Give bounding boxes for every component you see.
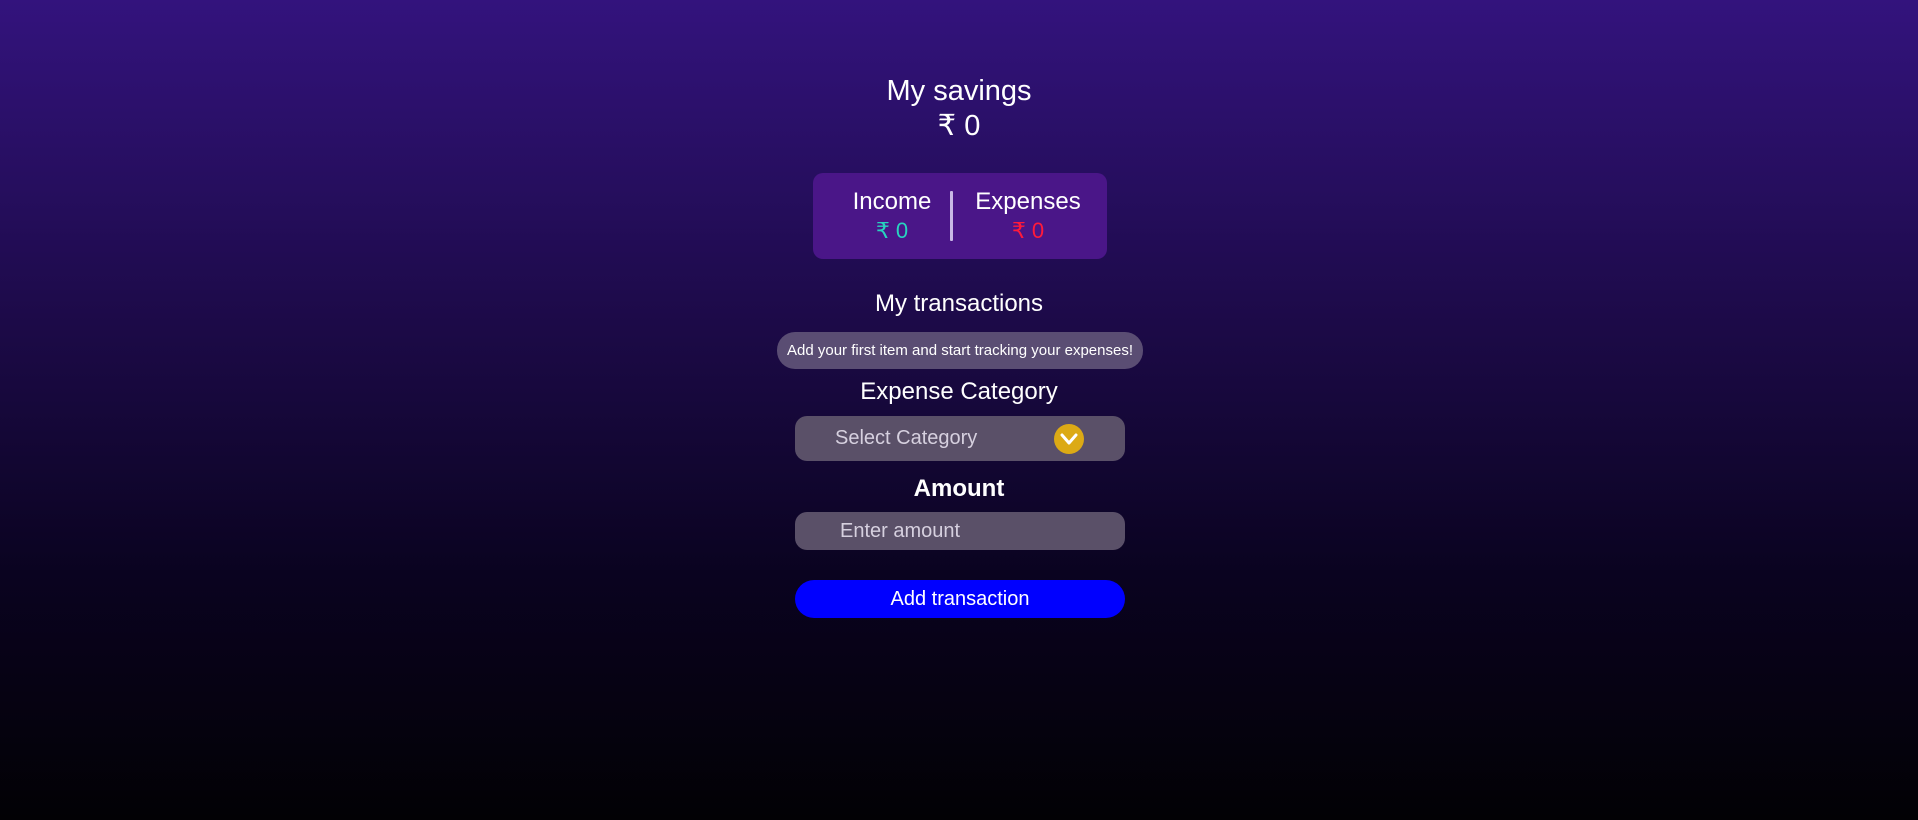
savings-app: My savings ₹ 0 Income ₹ 0 Expenses ₹ 0 M… (0, 0, 1918, 820)
savings-amount: ₹ 0 (937, 110, 981, 142)
savings-title: My savings (886, 75, 1032, 107)
expenses-label: Expenses (975, 188, 1081, 215)
summary-divider (950, 191, 953, 241)
expense-category-label: Expense Category (860, 378, 1058, 405)
expenses-summary: Expenses ₹ 0 (961, 187, 1095, 244)
transactions-title: My transactions (874, 290, 1044, 317)
income-value: ₹ 0 (875, 218, 909, 243)
category-select-value: Select Category (835, 427, 978, 449)
add-transaction-button[interactable]: Add transaction (795, 580, 1125, 618)
amount-input[interactable] (795, 512, 1125, 550)
empty-transactions-message: Add your first item and start tracking y… (777, 332, 1143, 369)
income-label: Income (852, 188, 932, 215)
amount-label: Amount (913, 475, 1005, 502)
chevron-down-icon[interactable] (1054, 424, 1084, 454)
expenses-value: ₹ 0 (1011, 218, 1045, 243)
category-select[interactable]: Select Category (795, 416, 1125, 461)
summary-card: Income ₹ 0 Expenses ₹ 0 (813, 173, 1107, 259)
income-summary: Income ₹ 0 (829, 187, 955, 244)
